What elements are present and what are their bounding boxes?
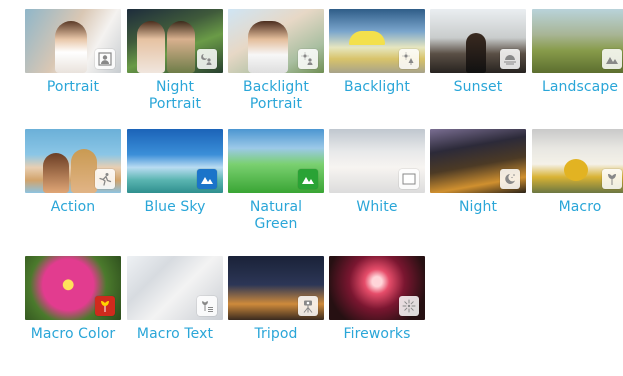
scene-macro[interactable]: Macro [532, 129, 623, 249]
scene-label: Macro [558, 199, 602, 215]
night-thumbnail [430, 129, 526, 193]
macro-color-thumbnail [25, 256, 121, 320]
landscape-thumbnail [532, 9, 623, 73]
scene-backlight[interactable]: Backlight [329, 9, 425, 129]
backlight-thumbnail [329, 9, 425, 73]
blue-sky-thumbnail [127, 129, 223, 193]
scene-white[interactable]: White [329, 129, 425, 249]
scene-macro-text[interactable]: Macro Text [127, 256, 223, 376]
scene-blue-sky[interactable]: Blue Sky [127, 129, 223, 249]
scene-tripod[interactable]: Tripod [228, 256, 324, 376]
tripod-icon [298, 296, 318, 316]
backlight-portrait-icon [298, 49, 318, 69]
white-thumbnail [329, 129, 425, 193]
scene-label: White [356, 199, 398, 215]
scene-label: Macro Color [30, 326, 116, 342]
scene-label: Fireworks [343, 326, 411, 342]
scene-macro-color[interactable]: Macro Color [25, 256, 121, 376]
night-portrait-thumbnail [127, 9, 223, 73]
scene-landscape[interactable]: Landscape [532, 9, 623, 129]
action-icon [95, 169, 115, 189]
scene-fireworks[interactable]: Fireworks [329, 256, 425, 376]
scene-portrait[interactable]: Portrait [25, 9, 121, 129]
scene-label: Blue Sky [144, 199, 206, 215]
portrait-icon [95, 49, 115, 69]
backlight-portrait-thumbnail [228, 9, 324, 73]
sunset-icon [500, 49, 520, 69]
scene-night[interactable]: Night [430, 129, 526, 249]
scene-sunset[interactable]: Sunset [430, 9, 526, 129]
night-portrait-icon [197, 49, 217, 69]
scene-label: Night Portrait [148, 79, 202, 112]
scene-label: Landscape [541, 79, 619, 95]
scene-action[interactable]: Action [25, 129, 121, 249]
natural-green-thumbnail [228, 129, 324, 193]
scene-night-portrait[interactable]: Night Portrait [127, 9, 223, 129]
macro-text-icon [197, 296, 217, 316]
tripod-thumbnail [228, 256, 324, 320]
backlight-icon [399, 49, 419, 69]
blue-sky-icon [197, 169, 217, 189]
macro-text-thumbnail [127, 256, 223, 320]
portrait-thumbnail [25, 9, 121, 73]
scene-natural-green[interactable]: Natural Green [228, 129, 324, 249]
macro-icon [602, 169, 622, 189]
natural-green-icon [298, 169, 318, 189]
scene-label: Macro Text [136, 326, 214, 342]
fireworks-thumbnail [329, 256, 425, 320]
scene-label: Backlight Portrait [243, 79, 309, 112]
action-thumbnail [25, 129, 121, 193]
scene-label: Sunset [453, 79, 503, 95]
sunset-thumbnail [430, 9, 526, 73]
night-icon [500, 169, 520, 189]
landscape-icon [602, 49, 622, 69]
scene-mode-grid: Portrait Night Portrait Backlight Portra… [0, 0, 623, 342]
scene-label: Natural Green [249, 199, 303, 232]
scene-label: Tripod [254, 326, 298, 342]
scene-backlight-portrait[interactable]: Backlight Portrait [228, 9, 324, 129]
scene-label: Portrait [46, 79, 100, 95]
macro-color-icon [95, 296, 115, 316]
scene-label: Backlight [344, 79, 410, 95]
white-icon [399, 169, 419, 189]
scene-label: Action [50, 199, 96, 215]
macro-thumbnail [532, 129, 623, 193]
fireworks-icon [399, 296, 419, 316]
scene-label: Night [458, 199, 498, 215]
